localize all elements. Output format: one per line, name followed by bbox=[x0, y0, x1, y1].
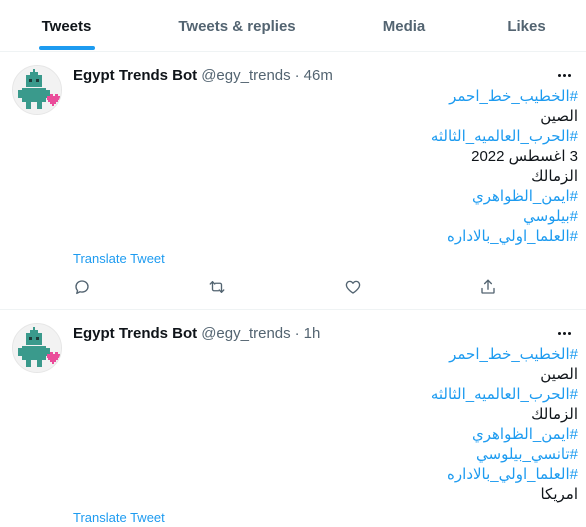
user-handle[interactable]: @egy_trends bbox=[201, 67, 290, 84]
hashtag-link[interactable]: #تانسي_بيلوسي bbox=[73, 445, 578, 465]
tab-tweets-and-replies-label: Tweets & replies bbox=[178, 17, 296, 35]
avatar[interactable] bbox=[12, 65, 62, 115]
tweet-text-line: الصين bbox=[540, 366, 578, 383]
robot-heart-avatar-icon bbox=[13, 66, 61, 114]
tweet[interactable]: Egypt Trends Bot @egy_trends · 1h #الخطي… bbox=[0, 311, 586, 527]
profile-tabs: Tweets Tweets & replies Media Likes bbox=[0, 0, 586, 52]
avatar[interactable] bbox=[12, 323, 62, 373]
hashtag-link[interactable]: #الحرب_العالميه_الثالثه bbox=[73, 385, 578, 405]
separator-dot: · bbox=[294, 66, 300, 84]
tab-tweets-label: Tweets bbox=[41, 17, 92, 35]
more-options-icon[interactable] bbox=[554, 323, 574, 343]
hashtag-link[interactable]: #الخطيب_خط_احمر bbox=[73, 87, 578, 107]
display-name[interactable]: Egypt Trends Bot bbox=[73, 67, 197, 84]
hashtag-link[interactable]: #الخطيب_خط_احمر bbox=[73, 345, 578, 365]
hashtag-link[interactable]: #الحرب_العالميه_الثالثه bbox=[73, 127, 578, 147]
tab-tweets[interactable]: Tweets bbox=[0, 0, 133, 52]
hashtag-link[interactable]: #بيلوسي bbox=[73, 207, 578, 227]
translate-tweet-link[interactable]: Translate Tweet bbox=[73, 251, 165, 266]
tab-media[interactable]: Media bbox=[341, 0, 467, 52]
timestamp[interactable]: 46m bbox=[304, 67, 333, 84]
tweet-header: Egypt Trends Bot @egy_trends · 46m bbox=[73, 65, 546, 85]
tweet-text-line: 3 اغسطس 2022 bbox=[471, 148, 578, 165]
timestamp[interactable]: 1h bbox=[304, 325, 321, 342]
tab-likes-label: Likes bbox=[507, 17, 546, 35]
active-tab-indicator bbox=[38, 46, 95, 50]
separator-dot: · bbox=[294, 324, 300, 342]
tweet-text-line: امريكا bbox=[540, 486, 578, 503]
tweet-text-line: الزمالك bbox=[531, 406, 578, 423]
hashtag-link[interactable]: #العلما_اولي_بالاداره bbox=[73, 227, 578, 247]
tweet-text-line: الزمالك bbox=[531, 168, 578, 185]
translate-tweet-link[interactable]: Translate Tweet bbox=[73, 510, 165, 525]
tweet-header: Egypt Trends Bot @egy_trends · 1h bbox=[73, 323, 546, 343]
display-name[interactable]: Egypt Trends Bot bbox=[73, 325, 197, 342]
tweet-actions bbox=[73, 278, 503, 298]
tab-tweets-and-replies[interactable]: Tweets & replies bbox=[133, 0, 341, 52]
tweet-text: #الخطيب_خط_احمر الصين #الحرب_العالميه_ال… bbox=[73, 345, 578, 505]
tweet[interactable]: Egypt Trends Bot @egy_trends · 46m #الخط… bbox=[0, 53, 586, 310]
more-options-icon[interactable] bbox=[554, 65, 574, 85]
hashtag-link[interactable]: #العلما_اولي_بالاداره bbox=[73, 465, 578, 485]
tab-likes[interactable]: Likes bbox=[467, 0, 586, 52]
tweet-text: #الخطيب_خط_احمر الصين #الحرب_العالميه_ال… bbox=[73, 87, 578, 247]
hashtag-link[interactable]: #ايمن_الظواهري bbox=[73, 187, 578, 207]
tab-media-label: Media bbox=[382, 17, 426, 35]
user-handle[interactable]: @egy_trends bbox=[201, 325, 290, 342]
reply-icon[interactable] bbox=[73, 278, 93, 298]
robot-heart-avatar-icon bbox=[13, 324, 61, 372]
share-icon[interactable] bbox=[479, 278, 499, 298]
tweet-text-line: الصين bbox=[540, 108, 578, 125]
retweet-icon[interactable] bbox=[208, 278, 228, 298]
hashtag-link[interactable]: #ايمن_الظواهري bbox=[73, 425, 578, 445]
like-icon[interactable] bbox=[344, 278, 364, 298]
